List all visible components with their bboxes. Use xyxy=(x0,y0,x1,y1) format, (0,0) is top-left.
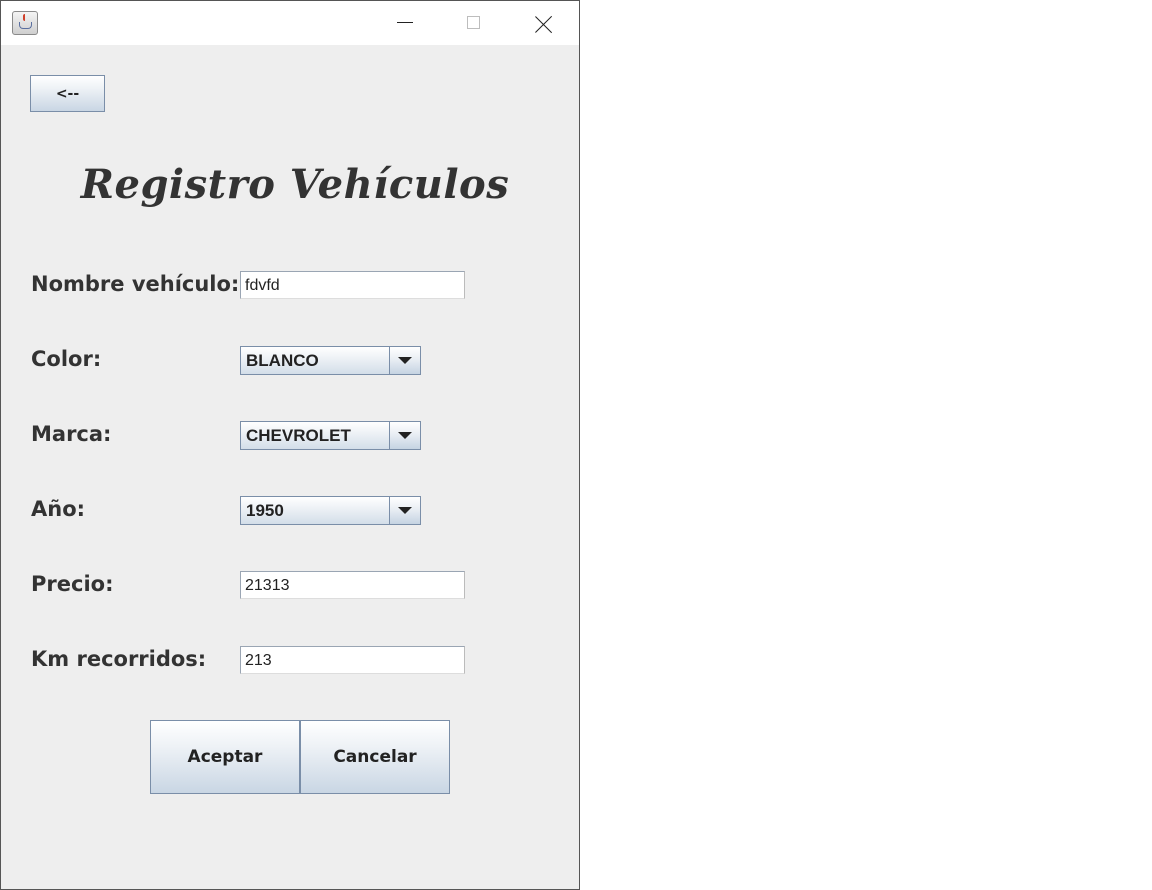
brand-combo-value: CHEVROLET xyxy=(246,426,351,445)
vehicle-name-field[interactable]: fdvfd xyxy=(240,271,465,299)
back-button[interactable]: <-- xyxy=(30,75,105,112)
mileage-field[interactable]: 213 xyxy=(240,646,465,674)
java-app-icon xyxy=(12,11,38,35)
close-button[interactable] xyxy=(521,1,567,45)
mileage-label: Km recorridos: xyxy=(31,647,207,671)
maximize-icon xyxy=(467,16,480,29)
color-combo[interactable]: BLANCO xyxy=(240,346,421,375)
vehicle-name-label: Nombre vehículo: xyxy=(31,272,240,296)
chevron-down-icon[interactable] xyxy=(389,422,420,449)
minimize-icon xyxy=(397,22,413,23)
year-combo-value: 1950 xyxy=(246,501,284,520)
accept-button[interactable]: Aceptar xyxy=(150,720,300,794)
brand-label: Marca: xyxy=(31,422,112,446)
close-icon xyxy=(535,15,553,33)
app-window: <-- Registro Vehículos Nombre vehículo: … xyxy=(0,0,580,890)
year-label: Año: xyxy=(31,497,86,521)
brand-combo[interactable]: CHEVROLET xyxy=(240,421,421,450)
minimize-button[interactable] xyxy=(382,1,428,45)
title-bar xyxy=(1,1,579,45)
price-label: Precio: xyxy=(31,572,114,596)
color-combo-value: BLANCO xyxy=(246,351,319,370)
price-field[interactable]: 21313 xyxy=(240,571,465,599)
chevron-down-icon[interactable] xyxy=(389,347,420,374)
chevron-down-icon[interactable] xyxy=(389,497,420,524)
maximize-button[interactable] xyxy=(451,1,497,45)
color-label: Color: xyxy=(31,347,102,371)
year-combo[interactable]: 1950 xyxy=(240,496,421,525)
page-title: Registro Vehículos xyxy=(80,161,510,208)
cancel-button[interactable]: Cancelar xyxy=(300,720,450,794)
